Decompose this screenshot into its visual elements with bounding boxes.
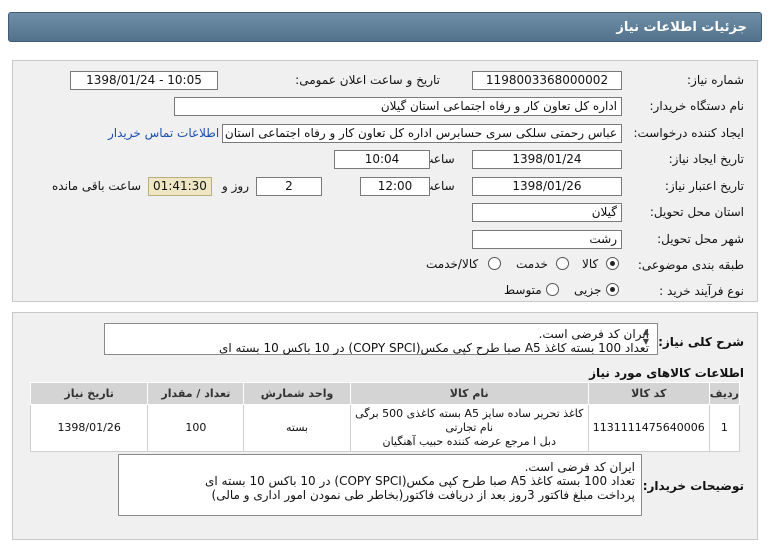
summary-scrollbar[interactable]: ▲ ▼ <box>641 327 651 351</box>
province-field[interactable]: گیلان <box>472 203 622 222</box>
cell-name-line-2: دبل ا مرجع عرضه کننده حبیب آهنگیان <box>382 435 556 448</box>
summary-line-2: تعداد 100 بسته کاغذ A5 صبا طرح کپی مکس(C… <box>218 341 649 355</box>
province-label: استان محل تحویل: <box>649 205 744 219</box>
table-row[interactable]: 1 1131111475640006 کاغذ تحریر ساده سایز … <box>29 404 741 452</box>
requester-label: ایجاد کننده درخواست: <box>633 126 744 140</box>
purchase-minor-radio[interactable] <box>606 283 619 296</box>
category-service-label: خدمت <box>516 257 548 271</box>
need-number-field[interactable]: 1198003368000002 <box>472 71 622 90</box>
cell-row: 1 <box>708 404 741 452</box>
created-date-label: تاریخ ایجاد نیاز: <box>668 152 744 166</box>
title-bar: جزئیات اطلاعات نیاز <box>0 0 770 50</box>
category-goods-service-label: کالا/خدمت <box>426 257 479 271</box>
valid-date-label: تاریخ اعتبار نیاز: <box>664 179 744 193</box>
buyer-notes-line-3: پرداخت مبلغ فاکتور 3روز بعد از دریافت فا… <box>211 488 635 502</box>
scroll-down-icon[interactable]: ▼ <box>641 337 651 347</box>
purchase-medium-label: متوسط <box>504 283 542 297</box>
summary-line-1: ایران کد فرضی است. <box>538 327 649 341</box>
buyer-notes-line-1: ایران کد فرضی است. <box>524 460 635 474</box>
buyer-notes-box: ایران کد فرضی است. تعداد 100 بسته کاغذ A… <box>118 454 642 516</box>
category-goods-service-radio[interactable] <box>488 257 501 270</box>
city-label: شهر محل تحویل: <box>657 232 744 246</box>
summary-label: شرح کلی نیاز: <box>658 335 744 349</box>
city-field[interactable]: رشت <box>472 230 622 249</box>
need-number-label: شماره نیاز: <box>687 73 744 87</box>
buyer-label: نام دستگاه خریدار: <box>649 99 745 113</box>
purchase-minor-label: جزیی <box>574 283 602 297</box>
buyer-field[interactable]: اداره کل تعاون کار و رفاه اجتماعی استان … <box>174 97 622 116</box>
col-date: تاریخ نیاز <box>29 382 149 405</box>
remaining-label: ساعت باقی مانده <box>52 179 142 193</box>
cell-code: 1131111475640006 <box>587 404 710 452</box>
buyer-notes-line-2: تعداد 100 بسته کاغذ A5 صبا طرح کپی مکس(C… <box>204 474 635 488</box>
remaining-time-field: 01:41:30 <box>148 177 212 196</box>
purchase-type-label: نوع فرآیند خرید : <box>659 284 744 298</box>
cell-date: 1398/01/26 <box>29 404 149 452</box>
days-field[interactable]: 2 <box>256 177 322 196</box>
page-title: جزئیات اطلاعات نیاز <box>8 12 762 42</box>
scroll-up-icon[interactable]: ▲ <box>641 327 651 337</box>
purchase-medium-radio[interactable] <box>546 283 559 296</box>
col-qty: تعداد / مقدار <box>147 382 245 405</box>
col-name: نام کالا <box>349 382 589 405</box>
cell-name: کاغذ تحریر ساده سایز A5 بسته کاغذی 500 ب… <box>349 404 589 452</box>
days-label: روز و <box>222 179 249 193</box>
col-unit: واحد شمارش <box>243 382 351 405</box>
category-goods-radio[interactable] <box>606 257 619 270</box>
announce-field[interactable]: 1398/01/24 - 10:05 <box>70 71 218 90</box>
goods-table-header: ردیف کد کالا نام کالا واحد شمارش تعداد /… <box>29 382 741 405</box>
valid-date-field[interactable]: 1398/01/26 <box>472 177 622 196</box>
goods-table: ردیف کد کالا نام کالا واحد شمارش تعداد /… <box>29 382 741 452</box>
buyer-notes-label: توضیحات خریدار: <box>642 479 744 493</box>
category-service-radio[interactable] <box>556 257 569 270</box>
col-row: ردیف <box>708 382 741 405</box>
category-label: طبقه بندی موضوعی: <box>637 258 744 272</box>
cell-unit: بسته <box>243 404 351 452</box>
requester-field[interactable]: عباس رحمتی سلکی سری حسابرس اداره کل تعاو… <box>222 124 622 143</box>
cell-qty: 100 <box>147 404 245 452</box>
created-time-field[interactable]: 10:04 <box>334 150 430 169</box>
cell-name-line-1: کاغذ تحریر ساده سایز A5 بسته کاغذی 500 ب… <box>355 407 584 434</box>
created-date-field[interactable]: 1398/01/24 <box>472 150 622 169</box>
valid-time-field[interactable]: 12:00 <box>360 177 430 196</box>
col-code: کد کالا <box>587 382 710 405</box>
category-goods-label: کالا <box>582 257 599 271</box>
announce-label: تاریخ و ساعت اعلان عمومی: <box>295 73 440 87</box>
goods-title: اطلاعات کالاهای مورد نیاز <box>589 366 744 380</box>
buyer-contact-link[interactable]: اطلاعات تماس خریدار <box>108 126 219 140</box>
summary-textarea[interactable]: ایران کد فرضی است. تعداد 100 بسته کاغذ A… <box>104 323 658 355</box>
